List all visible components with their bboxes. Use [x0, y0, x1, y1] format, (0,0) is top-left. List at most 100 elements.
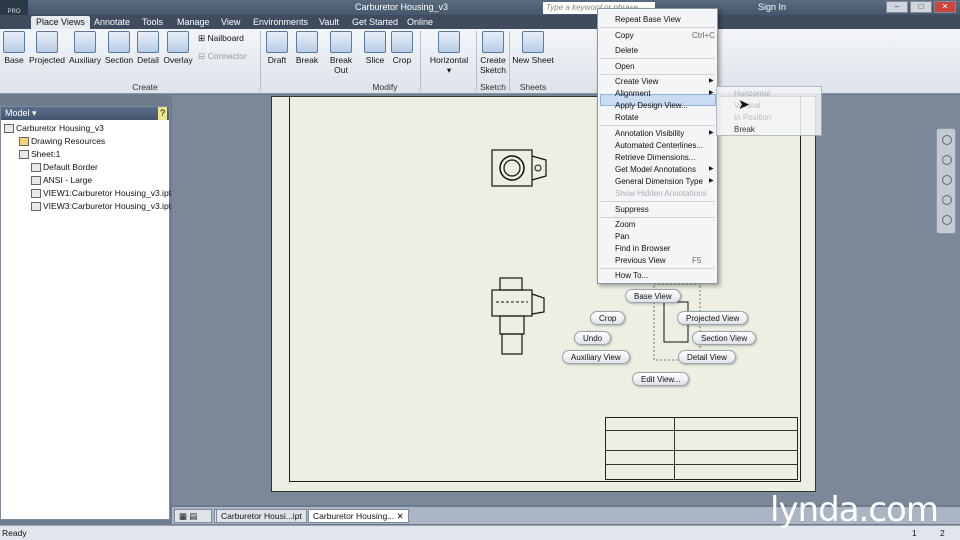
doc-tab-ipt[interactable]: Carburetor Housi...ipt — [216, 509, 307, 523]
marking-section-view-button[interactable]: Section View — [692, 331, 757, 345]
menu-item-retrieve-dimensions[interactable]: Retrieve Dimensions... — [615, 153, 695, 162]
menu-item-rotate[interactable]: Rotate — [615, 113, 639, 122]
create-sketch-button[interactable]: Create Sketch — [480, 31, 506, 75]
tab-online[interactable]: Online — [402, 16, 438, 29]
crop-button[interactable]: Crop — [391, 31, 413, 65]
break-out-icon — [330, 31, 352, 53]
detail-view-button[interactable]: Detail — [136, 31, 160, 65]
tile-windows-icon[interactable]: ▦ ▤ — [174, 509, 212, 523]
detail-view-icon — [137, 31, 159, 53]
base-view-button[interactable]: Base — [3, 31, 25, 65]
menu-item-copy[interactable]: Copy Ctrl+C — [615, 31, 715, 40]
close-button[interactable]: ✕ — [934, 1, 956, 13]
tab-environments[interactable]: Environments — [248, 16, 313, 29]
projected-view-button[interactable]: Projected — [28, 31, 66, 65]
watermark-logo: lynda.com — [770, 490, 939, 530]
break-button[interactable]: Break — [295, 31, 319, 65]
browser-title[interactable]: Model — [5, 108, 30, 118]
ribbon-separator — [476, 31, 477, 91]
crop-icon — [391, 31, 413, 53]
menu-item-pan[interactable]: Pan — [615, 232, 629, 241]
submenu-item-break[interactable]: Break — [734, 125, 755, 134]
tree-node-title-block[interactable]: ANSI - Large — [31, 175, 92, 186]
menu-item-general-dimension-type[interactable]: General Dimension Type ▶ — [615, 177, 714, 186]
tab-annotate[interactable]: Annotate — [89, 16, 135, 29]
menu-item-suppress[interactable]: Suppress — [615, 205, 649, 214]
title-block — [605, 417, 798, 480]
menu-item-find-in-browser[interactable]: Find in Browser — [615, 244, 671, 253]
menu-item-get-model-annotations[interactable]: Get Model Annotations ▶ — [615, 165, 714, 174]
help-icon[interactable]: ? — [157, 107, 167, 120]
menu-item-how-to[interactable]: How To... — [615, 271, 648, 280]
break-out-button[interactable]: Break Out — [322, 31, 360, 75]
tree-node-document[interactable]: Carburetor Housing_v3 — [4, 123, 104, 134]
maximize-button[interactable]: □ — [910, 1, 932, 13]
zoom-icon[interactable] — [942, 175, 952, 185]
border-icon — [31, 163, 41, 173]
new-sheet-icon — [522, 31, 544, 53]
menu-item-show-hidden-annotations[interactable]: Show Hidden Annotations — [615, 189, 707, 198]
marking-edit-view-button[interactable]: Edit View... — [632, 372, 690, 386]
connector-button[interactable]: ⊟ Connector — [198, 51, 247, 62]
tree-node-drawing-resources[interactable]: Drawing Resources — [19, 136, 105, 147]
menu-item-open[interactable]: Open — [615, 62, 635, 71]
marking-auxiliary-view-button[interactable]: Auxiliary View — [562, 350, 630, 364]
minimize-button[interactable]: – — [886, 1, 908, 13]
ribbon-separator — [420, 31, 421, 91]
menu-separator — [600, 201, 715, 202]
group-label-modify: Modify — [372, 82, 398, 92]
zoom-all-icon[interactable] — [942, 215, 952, 225]
tab-get-started[interactable]: Get Started — [347, 16, 403, 29]
menu-item-apply-design-view[interactable]: Apply Design View... — [615, 101, 688, 110]
alignment-submenu[interactable]: Horizontal Vertical In Position Break — [716, 86, 822, 136]
tab-tools[interactable]: Tools — [137, 16, 168, 29]
navigation-bar[interactable] — [936, 128, 956, 234]
overlay-view-icon — [167, 31, 189, 53]
tab-vault[interactable]: Vault — [314, 16, 344, 29]
drawing-view-front[interactable] — [480, 272, 560, 362]
tab-place-views[interactable]: Place Views — [31, 16, 90, 29]
model-browser[interactable]: Model ▾ ? Carburetor Housing_v3 Drawing … — [0, 106, 171, 520]
auxiliary-view-button[interactable]: Auxiliary — [68, 31, 102, 65]
tree-node-default-border[interactable]: Default Border — [31, 162, 98, 173]
marking-base-view-button[interactable]: Base View — [625, 289, 681, 303]
tree-node-view1[interactable]: VIEW1:Carburetor Housing_v3.ipt — [31, 188, 171, 199]
tree-node-view3[interactable]: VIEW3:Carburetor Housing_v3.ipt — [31, 201, 171, 212]
tab-manage[interactable]: Manage — [172, 16, 215, 29]
app-logo[interactable]: PRO — [0, 0, 28, 15]
marking-detail-view-button[interactable]: Detail View — [678, 350, 736, 364]
overlay-view-button[interactable]: Overlay — [162, 31, 194, 65]
tab-view[interactable]: View — [216, 16, 245, 29]
menu-separator — [600, 58, 715, 59]
menu-item-annotation-visibility[interactable]: Annotation Visibility ▶ — [615, 129, 714, 138]
menu-item-repeat-base-view[interactable]: Repeat Base View — [615, 15, 681, 24]
submenu-item-in-position[interactable]: In Position — [734, 113, 771, 122]
section-view-button[interactable]: Section — [104, 31, 134, 65]
horizontal-align-button[interactable]: Horizontal ▾ — [428, 31, 470, 76]
doc-tab-idw[interactable]: Carburetor Housing... ✕ — [308, 509, 409, 523]
menu-item-delete[interactable]: Delete — [615, 46, 638, 55]
menu-item-alignment[interactable]: Alignment ▶ — [615, 89, 714, 98]
menu-item-create-view[interactable]: Create View ▶ — [615, 77, 714, 86]
mouse-cursor-icon: ➤ — [738, 96, 750, 112]
drawing-view-top[interactable] — [480, 140, 570, 200]
menu-item-automated-centerlines[interactable]: Automated Centerlines... — [615, 141, 703, 150]
horizontal-align-icon — [438, 31, 460, 53]
menu-item-zoom[interactable]: Zoom — [615, 220, 635, 229]
sign-in-link[interactable]: Sign In — [758, 2, 786, 12]
menu-separator — [600, 74, 715, 75]
close-tab-icon[interactable]: ✕ — [397, 511, 404, 521]
slice-button[interactable]: Slice — [364, 31, 386, 65]
marking-projected-view-button[interactable]: Projected View — [677, 311, 749, 325]
zoom-window-icon[interactable] — [942, 195, 952, 205]
nailboard-button[interactable]: ⊞ Nailboard — [198, 33, 244, 44]
pan-icon[interactable] — [942, 155, 952, 165]
marking-undo-button[interactable]: Undo — [574, 331, 612, 345]
steering-wheel-icon[interactable] — [942, 135, 952, 145]
draft-view-button[interactable]: Draft — [266, 31, 288, 65]
menu-item-previous-view[interactable]: Previous View F5 — [615, 256, 701, 265]
context-menu[interactable]: Repeat Base View Copy Ctrl+C Delete Open … — [597, 8, 718, 284]
tree-node-sheet[interactable]: Sheet:1 — [19, 149, 60, 160]
marking-crop-button[interactable]: Crop — [590, 311, 626, 325]
new-sheet-button[interactable]: New Sheet — [512, 31, 554, 65]
